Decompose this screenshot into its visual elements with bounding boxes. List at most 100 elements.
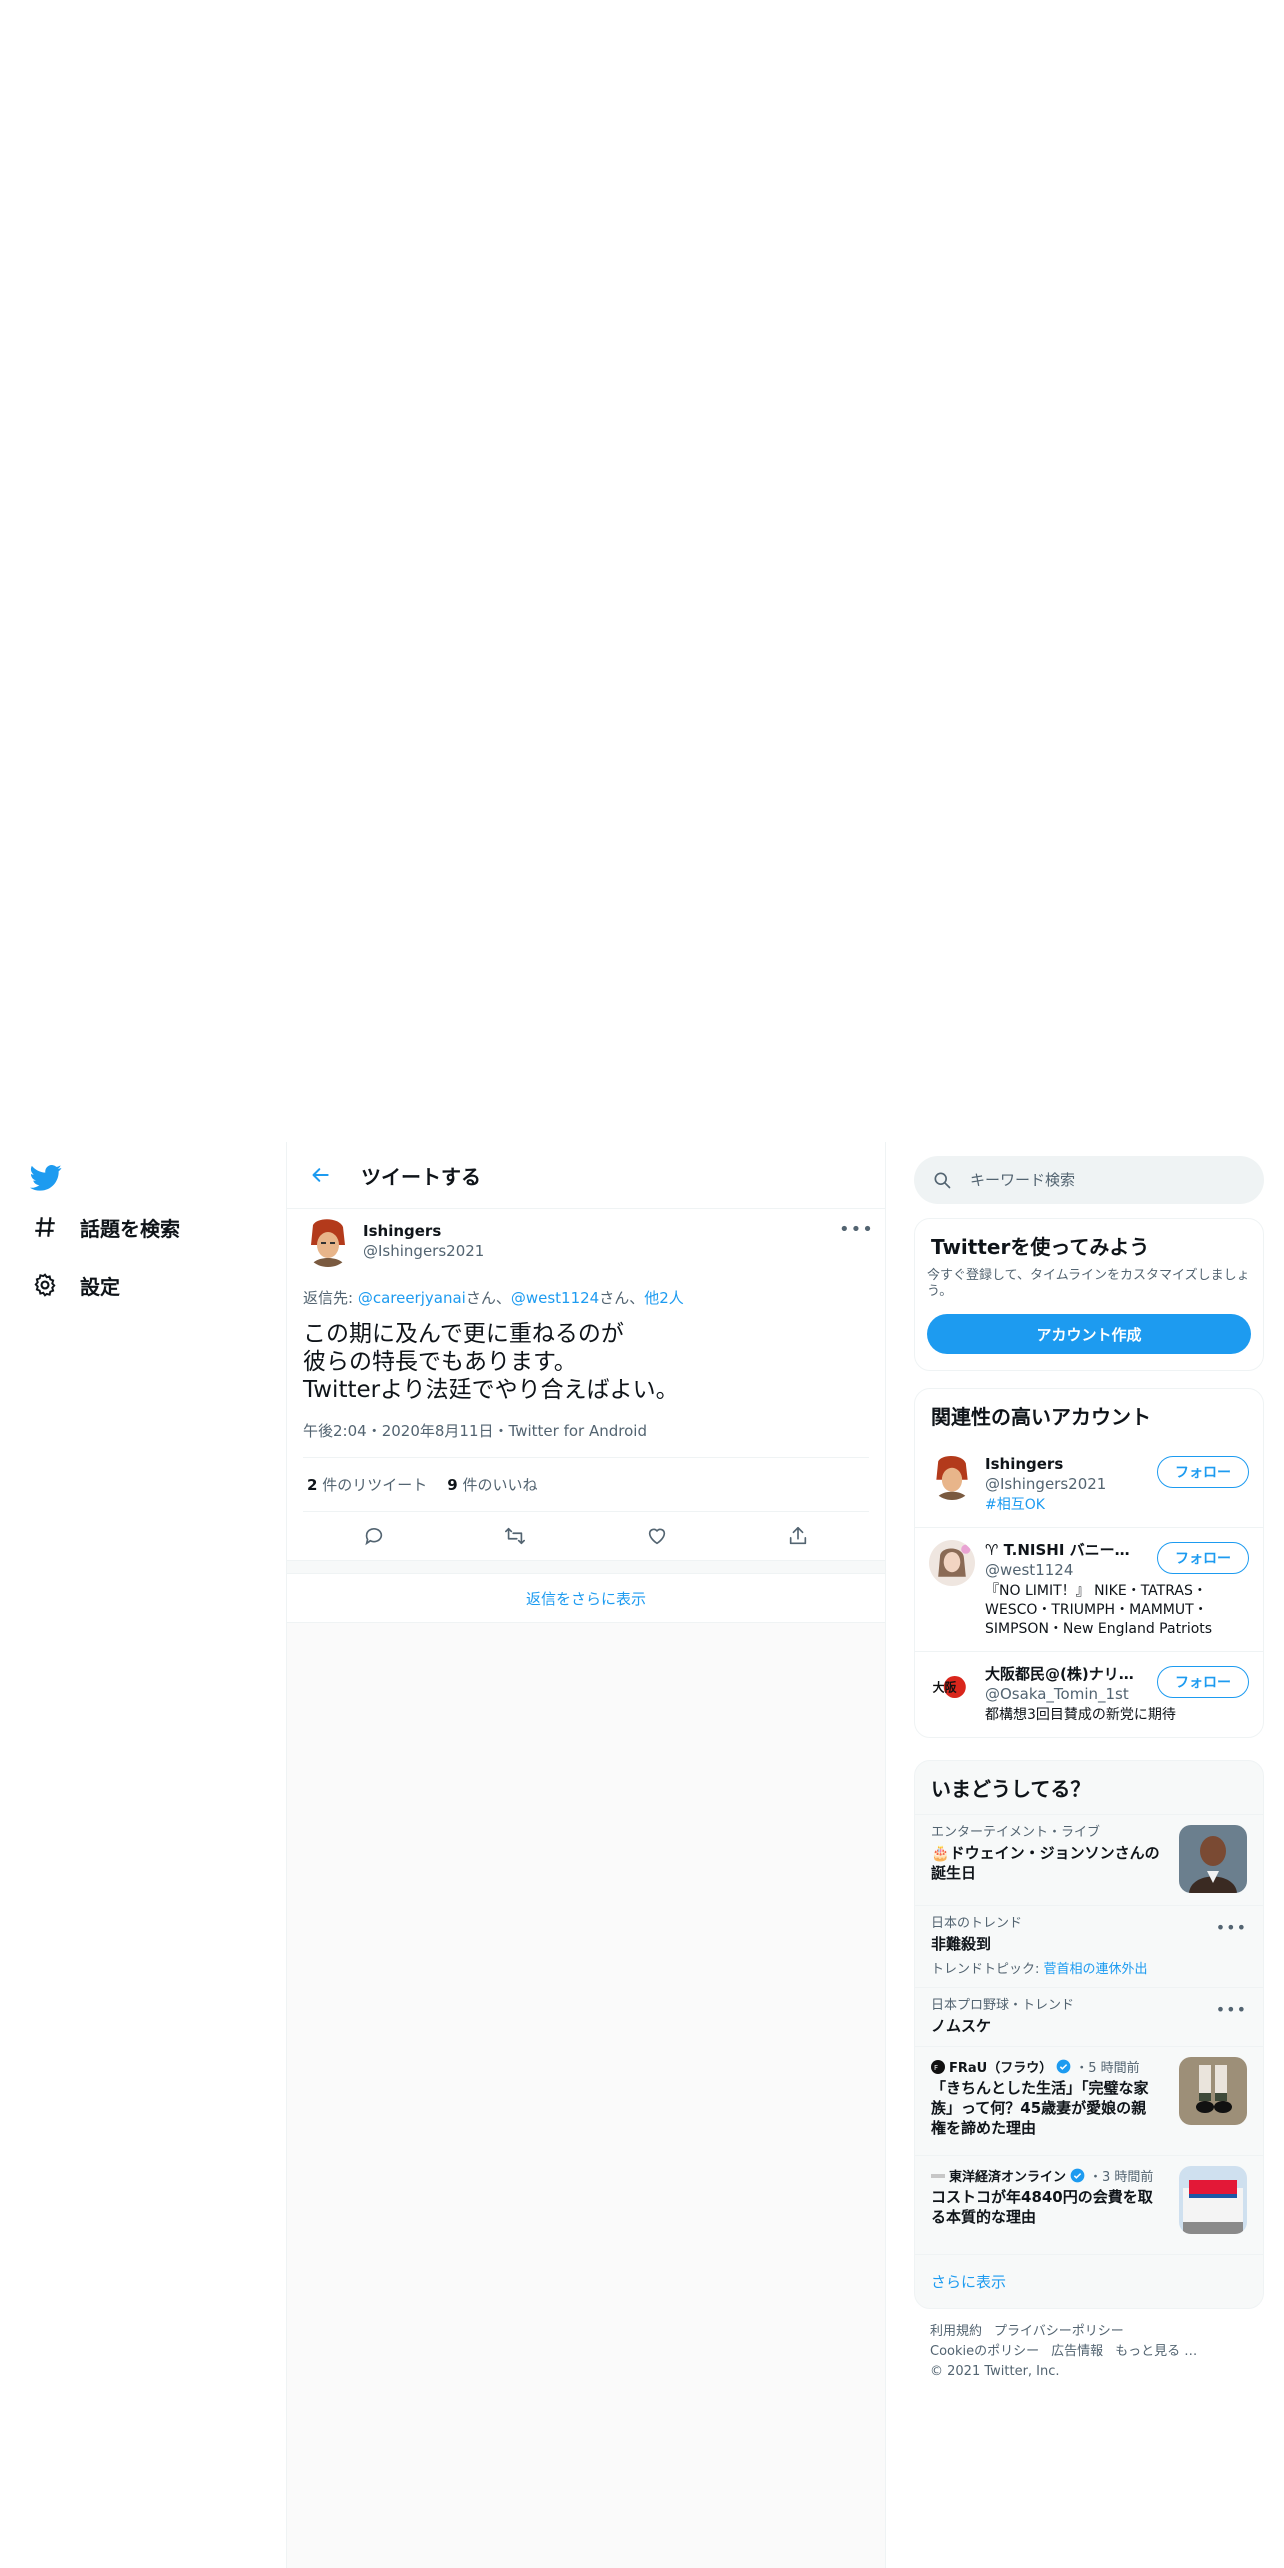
tweet-text-line: この期に及んで更に重ねるのが bbox=[303, 1321, 624, 1347]
blank-loading-area bbox=[0, 0, 1284, 1142]
arrow-left-icon bbox=[312, 1168, 329, 1182]
more-options-icon[interactable]: ••• bbox=[839, 1219, 873, 1240]
signup-title: Twitterを使ってみよう bbox=[931, 1235, 1150, 1259]
show-more-replies-button[interactable]: 返信をさらに表示 bbox=[287, 1574, 885, 1623]
svg-text:F: F bbox=[934, 2064, 938, 2072]
related-accounts-title: 関連性の高いアカウント bbox=[931, 1405, 1151, 1429]
trend-title: ノムスケ bbox=[931, 2017, 992, 2035]
account-item[interactable]: ♈ T.NISHI バニー… @west1124 『NO LIMIT！』 NIK… bbox=[915, 1527, 1263, 1651]
account-name: ♈ T.NISHI バニー… bbox=[985, 1541, 1130, 1559]
tweet-stats: 2 件のリツイート 9 件のいいね bbox=[303, 1458, 869, 1512]
trend-item[interactable]: エンターテイメント・ライブ 🎂ドウェイン・ジョンソンさんの誕生日 bbox=[915, 1814, 1263, 1905]
nav-explore-label: 話題を検索 bbox=[80, 1216, 180, 1241]
tweet-date[interactable]: 2020年8月11日 bbox=[382, 1422, 494, 1440]
back-button[interactable] bbox=[301, 1155, 341, 1195]
ads-info-link[interactable]: 広告情報 bbox=[1051, 2344, 1103, 2359]
news-time: ・3 時間前 bbox=[1089, 2170, 1154, 2185]
nav-settings[interactable]: 設定 bbox=[30, 1270, 120, 1300]
more-link[interactable]: もっと見る … bbox=[1115, 2344, 1197, 2359]
news-source: 東洋経済オンライン bbox=[949, 2170, 1067, 2185]
trend-topic-link[interactable]: 菅首相の連休外出 bbox=[1044, 1962, 1148, 1977]
avatar[interactable] bbox=[303, 1217, 353, 1267]
follow-button[interactable]: フォロー bbox=[1157, 1666, 1249, 1698]
tweet-text: この期に及んで更に重ねるのが 彼らの特長でもあります。 Twitterより法廷で… bbox=[303, 1320, 869, 1404]
verified-badge-icon bbox=[1070, 2168, 1085, 2183]
trend-title: 非難殺到 bbox=[931, 1935, 992, 1953]
news-title: 「きちんとした生活」「完璧な家族」って何？45歳妻が愛娘の親権を諦めた理由 bbox=[931, 2079, 1149, 2137]
show-more-trends-link[interactable]: さらに表示 bbox=[915, 2254, 1263, 2308]
retweet-stat[interactable]: 2 件のリツイート bbox=[307, 1474, 427, 1495]
account-bio[interactable]: #相互OK bbox=[985, 1496, 1225, 1515]
trend-item[interactable]: 日本プロ野球・トレンド ノムスケ ••• bbox=[915, 1987, 1263, 2046]
copyright: © 2021 Twitter, Inc. bbox=[930, 2364, 1060, 2379]
hash-icon bbox=[30, 1212, 60, 1242]
avatar[interactable]: 大阪 bbox=[929, 1664, 975, 1710]
signup-card: Twitterを使ってみよう 今すぐ登録して、タイムラインをカスタマイズしましょ… bbox=[914, 1218, 1264, 1371]
news-title: コストコが年4840円の会費を取る本質的な理由 bbox=[931, 2188, 1153, 2226]
main-header: ツイートする bbox=[287, 1142, 885, 1209]
search-icon bbox=[934, 1172, 951, 1189]
author-handle[interactable]: @Ishingers2021 bbox=[363, 1241, 484, 1261]
search-bar[interactable] bbox=[914, 1156, 1264, 1204]
account-item[interactable]: 大阪 大阪都民@(株)ナリ… @Osaka_Tomin_1st 都構想3回目賛成… bbox=[915, 1651, 1263, 1737]
reply-san: さん、 bbox=[599, 1289, 645, 1307]
trends-card: いまどうしてる？ エンターテイメント・ライブ 🎂ドウェイン・ジョンソンさんの誕生… bbox=[914, 1760, 1264, 2309]
account-name: 大阪都民@(株)ナリ… bbox=[985, 1665, 1134, 1683]
twitter-bird-icon[interactable] bbox=[30, 1164, 62, 1192]
left-navigation: 話題を検索 設定 bbox=[0, 1142, 286, 2568]
author-name[interactable]: Ishingers bbox=[363, 1221, 484, 1241]
cookie-link[interactable]: Cookieのポリシー bbox=[930, 2344, 1039, 2359]
source-logo-icon: F bbox=[931, 2059, 945, 2074]
heart-icon[interactable] bbox=[639, 1518, 675, 1554]
signup-description: 今すぐ登録して、タイムラインをカスタマイズしましょう。 bbox=[927, 1268, 1250, 1299]
follow-button[interactable]: フォロー bbox=[1157, 1542, 1249, 1574]
avatar[interactable] bbox=[929, 1454, 975, 1500]
related-accounts-card: 関連性の高いアカウント Ishingers @Ishingers2021 #相互… bbox=[914, 1388, 1264, 1738]
reply-user-link[interactable]: @west1124 bbox=[511, 1289, 599, 1307]
terms-link[interactable]: 利用規約 bbox=[930, 2324, 982, 2339]
account-bio: 都構想3回目賛成の新党に期待 bbox=[985, 1707, 1176, 1723]
news-thumbnail bbox=[1179, 2057, 1247, 2125]
retweet-label: 件のリツイート bbox=[322, 1476, 428, 1494]
create-account-button[interactable]: アカウント作成 bbox=[927, 1314, 1251, 1354]
nav-explore[interactable]: 話題を検索 bbox=[30, 1212, 180, 1242]
avatar[interactable] bbox=[929, 1540, 975, 1586]
reply-icon[interactable] bbox=[356, 1518, 392, 1554]
account-handle: @west1124 bbox=[985, 1561, 1074, 1579]
trends-title: いまどうしてる？ bbox=[931, 1777, 1091, 1801]
source-logo-icon bbox=[931, 2173, 945, 2178]
svg-text:大阪: 大阪 bbox=[933, 1680, 957, 1695]
retweet-icon[interactable] bbox=[497, 1518, 533, 1554]
account-handle: @Ishingers2021 bbox=[985, 1475, 1107, 1493]
reply-prefix: 返信先: bbox=[303, 1289, 358, 1307]
account-item[interactable]: Ishingers @Ishingers2021 #相互OK フォロー bbox=[915, 1442, 1263, 1527]
search-input[interactable] bbox=[968, 1170, 1252, 1190]
more-options-icon[interactable]: ••• bbox=[1216, 1918, 1247, 1937]
account-handle: @Osaka_Tomin_1st bbox=[985, 1685, 1129, 1703]
like-label: 件のいいね bbox=[462, 1476, 538, 1494]
news-item[interactable]: F FRaU（フラウ） ・5 時間前 「きちんとした生活」「完璧な家族」って何？… bbox=[915, 2046, 1263, 2155]
news-item[interactable]: 東洋経済オンライン ・3 時間前 コストコが年4840円の会費を取る本質的な理由 bbox=[915, 2155, 1263, 2254]
main-column: ツイートする Ishingers @Ishingers2021 ••• 返信先:… bbox=[286, 1142, 886, 2568]
trend-category: 日本プロ野球・トレンド bbox=[931, 1998, 1075, 2013]
more-options-icon[interactable]: ••• bbox=[1216, 2000, 1247, 2019]
share-icon[interactable] bbox=[780, 1518, 816, 1554]
news-time: ・5 時間前 bbox=[1075, 2061, 1140, 2076]
page-title: ツイートする bbox=[361, 1164, 481, 1189]
privacy-link[interactable]: プライバシーポリシー bbox=[994, 2324, 1124, 2339]
reply-user-link[interactable]: @careerjyanai bbox=[358, 1289, 466, 1307]
trend-item[interactable]: 日本のトレンド 非難殺到 トレンドトピック: 菅首相の連休外出 ••• bbox=[915, 1905, 1263, 1987]
reply-others-link[interactable]: 他2人 bbox=[644, 1289, 684, 1307]
trend-topic: トレンドトピック: 菅首相の連休外出 bbox=[931, 1958, 1247, 1977]
section-divider bbox=[287, 1560, 885, 1574]
verified-badge-icon bbox=[1056, 2059, 1071, 2074]
follow-button[interactable]: フォロー bbox=[1157, 1456, 1249, 1488]
tweet-time[interactable]: 午後2:04 bbox=[303, 1422, 367, 1440]
account-name: Ishingers bbox=[985, 1455, 1064, 1473]
trend-topic-prefix: トレンドトピック: bbox=[931, 1962, 1044, 1977]
like-stat[interactable]: 9 件のいいね bbox=[447, 1474, 537, 1495]
tweet-source[interactable]: Twitter for Android bbox=[509, 1422, 647, 1440]
trend-thumbnail bbox=[1179, 1825, 1247, 1893]
trend-title: 🎂ドウェイン・ジョンソンさんの誕生日 bbox=[931, 1844, 1160, 1882]
tweet-detail: Ishingers @Ishingers2021 ••• 返信先: @caree… bbox=[287, 1209, 885, 1560]
